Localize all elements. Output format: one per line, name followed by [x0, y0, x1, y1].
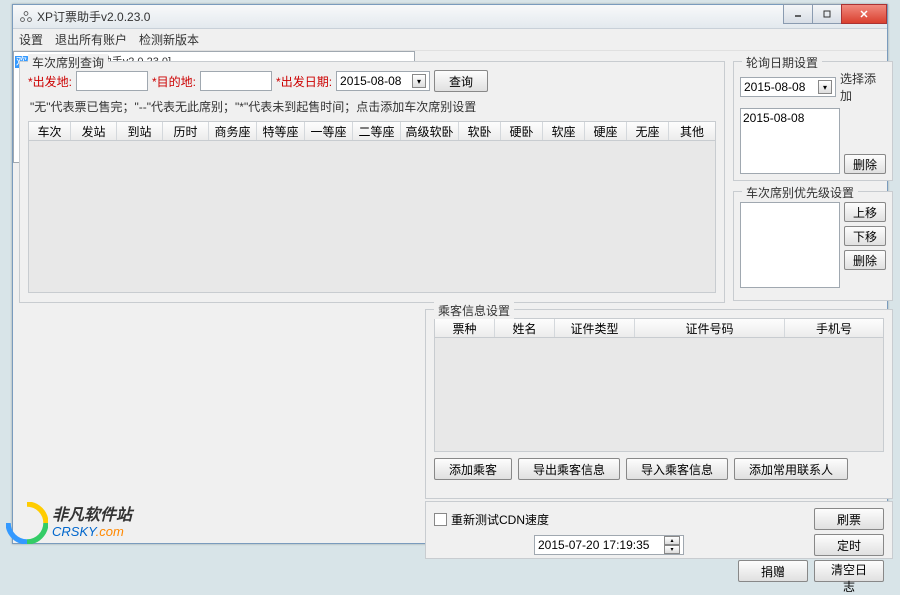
menu-settings[interactable]: 设置: [19, 31, 43, 48]
chevron-down-icon: ▾: [818, 80, 832, 94]
th-hard-seat[interactable]: 硬座: [585, 122, 627, 140]
passenger-group-title: 乘客信息设置: [434, 302, 514, 319]
cdn-label: 重新测试CDN速度: [451, 511, 549, 528]
import-passenger-button[interactable]: 导入乘客信息: [626, 458, 728, 480]
export-passenger-button[interactable]: 导出乘客信息: [518, 458, 620, 480]
maximize-icon: [822, 9, 832, 19]
bottom-controls-group: 重新测试CDN速度 刷票 2015-07-20 17:19:35 ▴▾ 定时 捐…: [425, 501, 893, 559]
content-area: 车次席别查询 *出发地: *目的地: *出发日期: 2015-08-08 ▾ 查…: [13, 51, 887, 543]
th-name[interactable]: 姓名: [495, 319, 555, 337]
maximize-button[interactable]: [812, 4, 842, 24]
priority-delete-button[interactable]: 删除: [844, 250, 886, 270]
stepper-icon[interactable]: ▴▾: [664, 536, 680, 554]
close-button[interactable]: [841, 4, 887, 24]
menu-logout[interactable]: 退出所有账户: [55, 31, 127, 48]
watermark-domain: CRSKY.com: [52, 524, 132, 539]
cdn-checkbox[interactable]: [434, 513, 447, 526]
th-id-number[interactable]: 证件号码: [635, 319, 785, 337]
th-hard-sleeper[interactable]: 硬卧: [501, 122, 543, 140]
bottom-row-3: 捐赠 清空日志: [426, 558, 892, 584]
th-train[interactable]: 车次: [29, 122, 71, 140]
th-soft-seat[interactable]: 软座: [543, 122, 585, 140]
depart-date-picker[interactable]: 2015-08-08 ▾: [336, 71, 430, 91]
th-no-seat[interactable]: 无座: [627, 122, 669, 140]
close-icon: [858, 8, 870, 20]
th-id-type[interactable]: 证件类型: [555, 319, 635, 337]
watermark: 非凡软件站 CRSKY.com: [6, 502, 132, 544]
th-second[interactable]: 二等座: [353, 122, 401, 140]
priority-list[interactable]: [740, 202, 840, 288]
train-search-group: 车次席别查询 *出发地: *目的地: *出发日期: 2015-08-08 ▾ 查…: [19, 61, 725, 303]
th-soft-sleeper-high[interactable]: 高级软卧: [401, 122, 459, 140]
passenger-table-body[interactable]: [434, 338, 884, 452]
watermark-name: 非凡软件站: [52, 508, 132, 524]
from-label: *出发地:: [28, 73, 72, 90]
th-special[interactable]: 特等座: [257, 122, 305, 140]
th-duration[interactable]: 历时: [163, 122, 209, 140]
poll-date-value: 2015-08-08: [744, 80, 805, 94]
train-table-body[interactable]: [28, 141, 716, 293]
passenger-group: 乘客信息设置 票种 姓名 证件类型 证件号码 手机号 添加乘客 导出乘客信息 导…: [425, 309, 893, 499]
th-soft-sleeper[interactable]: 软卧: [459, 122, 501, 140]
app-icon: [19, 10, 33, 24]
th-other[interactable]: 其他: [669, 122, 715, 140]
app-window: XP订票助手v2.0.23.0 设置 退出所有账户 检测新版本 车次席别查询 *…: [12, 4, 888, 544]
timed-button[interactable]: 定时: [814, 534, 884, 556]
query-button[interactable]: 查询: [434, 70, 488, 92]
brush-button[interactable]: 刷票: [814, 508, 884, 530]
datetime-picker[interactable]: 2015-07-20 17:19:35 ▴▾: [534, 535, 684, 555]
watermark-logo-icon: [6, 502, 48, 544]
th-from[interactable]: 发站: [71, 122, 117, 140]
to-label: *目的地:: [152, 73, 196, 90]
menu-check-update[interactable]: 检测新版本: [139, 31, 199, 48]
date-label: *出发日期:: [276, 73, 332, 90]
search-hint: "无"代表票已售完；"--"代表无此席别；"*"代表未到起售时间；点击添加车次席…: [20, 96, 724, 117]
minimize-icon: [793, 9, 803, 19]
poll-date-picker[interactable]: 2015-08-08 ▾: [740, 77, 836, 97]
datetime-value: 2015-07-20 17:19:35: [538, 538, 649, 552]
th-to[interactable]: 到站: [117, 122, 163, 140]
search-group-title: 车次席别查询: [28, 54, 108, 71]
priority-group: 车次席别优先级设置 上移 下移 删除: [733, 191, 893, 301]
search-row: *出发地: *目的地: *出发日期: 2015-08-08 ▾ 查询: [20, 62, 724, 96]
poll-date-list[interactable]: 2015-08-08: [740, 108, 840, 174]
priority-group-title: 车次席别优先级设置: [742, 184, 858, 201]
poll-date-group: 轮询日期设置 2015-08-08 ▾ 选择添加 2015-08-08 删除: [733, 61, 893, 181]
bottom-row-2: 2015-07-20 17:19:35 ▴▾ 定时: [426, 532, 892, 558]
th-business[interactable]: 商务座: [209, 122, 257, 140]
add-passenger-button[interactable]: 添加乘客: [434, 458, 512, 480]
passenger-buttons: 添加乘客 导出乘客信息 导入乘客信息 添加常用联系人: [426, 458, 892, 480]
train-table-header: 车次 发站 到站 历时 商务座 特等座 一等座 二等座 高级软卧 软卧 硬卧 软…: [28, 121, 716, 141]
menubar: 设置 退出所有账户 检测新版本: [13, 29, 887, 51]
poll-add-label: 选择添加: [840, 70, 886, 104]
donate-button[interactable]: 捐赠: [738, 560, 808, 582]
from-input[interactable]: [76, 71, 148, 91]
to-input[interactable]: [200, 71, 272, 91]
titlebar-text: XP订票助手v2.0.23.0: [37, 8, 150, 25]
clear-log-button[interactable]: 清空日志: [814, 560, 884, 582]
chevron-down-icon: ▾: [412, 74, 426, 88]
depart-date-value: 2015-08-08: [340, 74, 401, 88]
list-item[interactable]: 2015-08-08: [743, 111, 837, 125]
move-down-button[interactable]: 下移: [844, 226, 886, 246]
add-contact-button[interactable]: 添加常用联系人: [734, 458, 848, 480]
minimize-button[interactable]: [783, 4, 813, 24]
th-phone[interactable]: 手机号: [785, 319, 883, 337]
move-up-button[interactable]: 上移: [844, 202, 886, 222]
titlebar: XP订票助手v2.0.23.0: [13, 5, 887, 29]
poll-group-title: 轮询日期设置: [742, 54, 822, 71]
window-controls: [783, 4, 887, 24]
th-ticket-type[interactable]: 票种: [435, 319, 495, 337]
passenger-table-header: 票种 姓名 证件类型 证件号码 手机号: [434, 318, 884, 338]
bottom-row-1: 重新测试CDN速度 刷票: [426, 502, 892, 532]
poll-delete-button[interactable]: 删除: [844, 154, 886, 174]
th-first[interactable]: 一等座: [305, 122, 353, 140]
